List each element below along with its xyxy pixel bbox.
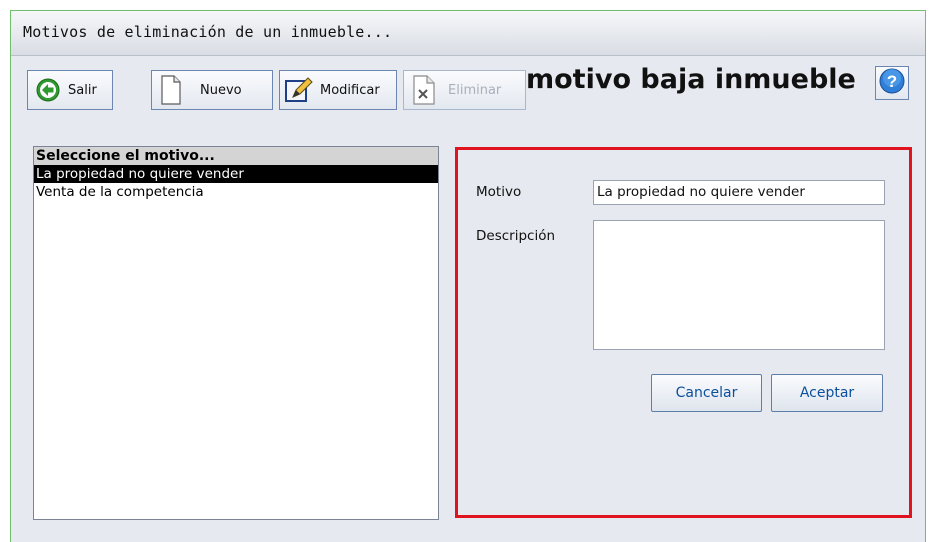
nuevo-button[interactable]: Nuevo — [151, 70, 273, 110]
help-icon: ? — [879, 68, 905, 98]
cancelar-label: Cancelar — [675, 385, 738, 401]
aceptar-button[interactable]: Aceptar — [771, 374, 883, 412]
motivo-form: Motivo La propiedad no quiere vender Des… — [455, 147, 912, 518]
descripcion-label: Descripción — [476, 228, 556, 244]
nuevo-label: Nuevo — [200, 82, 242, 98]
salir-button[interactable]: Salir — [27, 70, 113, 110]
motivo-field[interactable]: La propiedad no quiere vender — [593, 180, 885, 205]
list-header: Seleccione el motivo... — [34, 147, 438, 165]
descripcion-field[interactable] — [593, 220, 885, 350]
cancelar-button[interactable]: Cancelar — [651, 374, 762, 412]
modificar-label: Modificar — [320, 82, 380, 98]
back-arrow-icon — [36, 78, 60, 102]
window-title: Motivos de eliminación de un inmueble... — [23, 23, 393, 41]
aceptar-label: Aceptar — [799, 385, 855, 401]
edit-icon — [284, 75, 314, 105]
motivo-list[interactable]: Seleccione el motivo... La propiedad no … — [33, 146, 439, 520]
motivo-label: Motivo — [476, 184, 522, 200]
salir-label: Salir — [68, 82, 97, 98]
svg-text:?: ? — [887, 72, 897, 91]
delete-document-icon — [412, 74, 436, 106]
new-document-icon — [160, 74, 182, 106]
eliminar-label: Eliminar — [448, 82, 502, 98]
list-item-selected[interactable]: La propiedad no quiere vender — [34, 165, 438, 183]
title-bar: Motivos de eliminación de un inmueble... — [11, 11, 925, 56]
modificar-button[interactable]: Modificar — [279, 70, 397, 110]
page-heading: motivo baja inmueble — [526, 64, 856, 95]
list-item[interactable]: Venta de la competencia — [34, 183, 438, 201]
help-button[interactable]: ? — [875, 66, 909, 100]
eliminar-button[interactable]: Eliminar — [403, 70, 526, 110]
